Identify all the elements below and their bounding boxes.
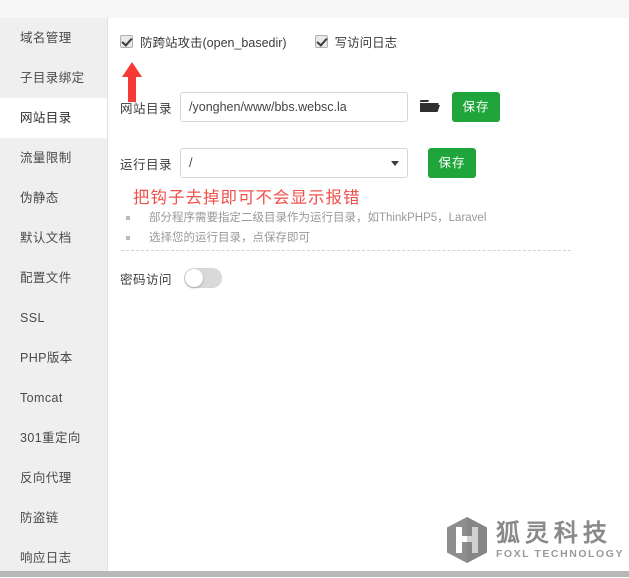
sidebar-item-label: 网站目录 [20,111,72,125]
sidebar-item-pseudo-static[interactable]: 伪静态 [0,178,107,218]
sidebar-item-label: 子目录绑定 [20,71,85,85]
sidebar-item-ssl[interactable]: SSL [0,298,107,338]
tips-list: 部分程序需要指定二级目录作为运行目录，如ThinkPHP5，Laravel 选择… [125,208,486,248]
tip-item: 选择您的运行目录，点保存即可 [125,228,486,248]
run-directory-label: 运行目录 [120,157,173,172]
run-directory-selected-value: / [189,156,193,170]
sidebar-item-label: 防盗链 [20,511,59,525]
password-access-label: 密码访问 [120,272,173,287]
run-directory-row: 运行目录 / 保存 [120,148,477,178]
sidebar-item-reverse-proxy[interactable]: 反向代理 [0,458,107,498]
sidebar-item-label: 默认文档 [20,231,72,245]
sidebar-item-default-document[interactable]: 默认文档 [0,218,107,258]
access-log-checkbox[interactable] [314,35,328,48]
toggle-knob [185,269,204,287]
sidebar-item-label: SSL [20,311,45,325]
site-directory-label: 网站目录 [120,101,173,116]
logo-chinese-name: 狐灵科技 [495,518,612,547]
logo-english-name: FOXL TECHNOLOGY [495,547,624,560]
access-log-label: 写访问日志 [334,36,398,50]
anti-xss-checkbox[interactable] [120,35,133,48]
sidebar-item-label: 配置文件 [20,271,72,285]
sidebar-item-config-file[interactable]: 配置文件 [0,258,107,298]
options-row: 防跨站攻击(open_basedir) 写访问日志 [120,32,425,51]
folder-icon[interactable] [420,98,441,116]
anti-xss-label: 防跨站攻击(open_basedir) [140,36,287,50]
sidebar-item-label: PHP版本 [20,351,73,365]
sidebar-item-hotlink-protection[interactable]: 防盗链 [0,498,107,538]
section-divider [121,250,571,251]
sidebar-item-label: 301重定向 [20,431,81,445]
content-panel: 防跨站攻击(open_basedir) 写访问日志 网站目录 保存 运行目录 [109,18,629,571]
run-directory-select[interactable]: / [180,148,409,178]
password-access-row: 密码访问 [120,268,223,288]
anti-xss-checkbox-wrapper[interactable]: 防跨站攻击(open_basedir) [120,32,287,51]
sidebar-item-domain-management[interactable]: 域名管理 [0,18,107,58]
sidebar-item-301-redirect[interactable]: 301重定向 [0,418,107,458]
save-run-directory-button[interactable]: 保存 [428,148,477,178]
app-root: 域名管理 子目录绑定 网站目录 流量限制 伪静态 默认文档 配置文件 SSL P… [0,0,629,577]
site-directory-row: 网站目录 保存 [120,92,501,122]
sidebar-item-subdirectory-binding[interactable]: 子目录绑定 [0,58,107,98]
sidebar-item-label: 反向代理 [20,471,72,485]
foxl-hexagon-logo-icon [446,517,487,563]
save-site-directory-button[interactable]: 保存 [452,92,501,122]
access-log-checkbox-wrapper[interactable]: 写访问日志 [314,32,398,51]
annotation-text: 把钩子去掉即可不会显示报错 [133,189,361,207]
sidebar-item-traffic-limit[interactable]: 流量限制 [0,138,107,178]
sidebar-item-label: 流量限制 [20,151,72,165]
sidebar-item-label: 域名管理 [20,31,72,45]
horizontal-scrollbar[interactable] [0,571,629,577]
tip-item: 部分程序需要指定二级目录作为运行目录，如ThinkPHP5，Laravel [125,208,486,228]
site-directory-input[interactable] [180,92,409,122]
brand-logo: 狐灵科技 FOXL TECHNOLOGY [445,517,624,563]
sidebar-item-tomcat[interactable]: Tomcat [0,378,107,418]
sidebar-item-label: 响应日志 [20,551,72,565]
sidebar-item-php-version[interactable]: PHP版本 [0,338,107,378]
sidebar: 域名管理 子目录绑定 网站目录 流量限制 伪静态 默认文档 配置文件 SSL P… [0,18,108,571]
chevron-down-icon [391,161,400,166]
sidebar-item-label: Tomcat [20,391,63,405]
top-strip [0,0,629,19]
logo-text-block: 狐灵科技 FOXL TECHNOLOGY [496,521,624,560]
password-access-toggle[interactable] [184,268,223,288]
sidebar-item-label: 伪静态 [20,191,59,205]
sidebar-item-website-directory[interactable]: 网站目录 [0,98,107,138]
scrollbar-thumb[interactable] [0,571,629,577]
